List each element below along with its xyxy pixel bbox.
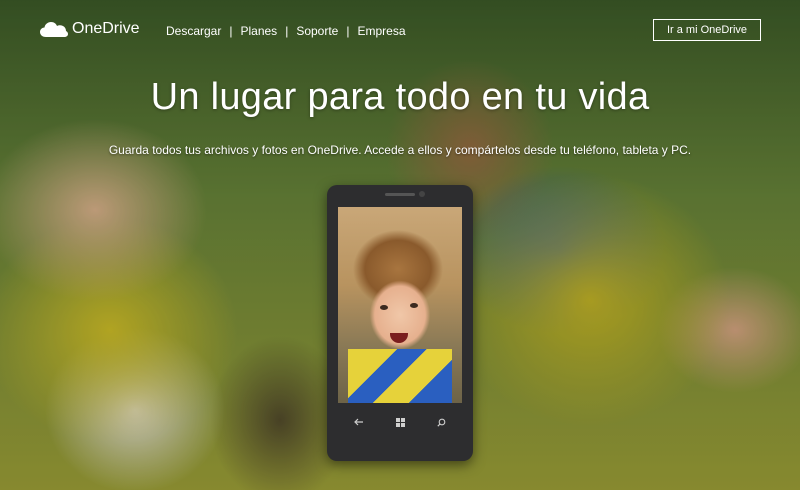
nav-link-planes[interactable]: Planes <box>240 24 277 38</box>
windows-icon[interactable] <box>396 417 405 427</box>
hero-headline: Un lugar para todo en tu vida <box>150 76 650 118</box>
nav-link-descargar[interactable]: Descargar <box>166 24 221 38</box>
phone-screen-photo <box>338 207 462 403</box>
nav-separator: | <box>229 24 233 38</box>
go-to-onedrive-button[interactable]: Ir a mi OneDrive <box>653 19 761 41</box>
screen-shirt <box>348 349 452 403</box>
phone-camera <box>419 191 425 197</box>
onedrive-logo[interactable]: OneDrive <box>40 20 140 38</box>
windows-phone-device <box>327 185 473 461</box>
phone-speaker <box>385 193 415 196</box>
search-icon[interactable] <box>437 418 446 427</box>
nav-link-soporte[interactable]: Soporte <box>296 24 338 38</box>
screen-eye-right <box>410 303 418 308</box>
main-nav: Descargar | Planes | Soporte | Empresa <box>166 24 406 38</box>
hero-section: OneDrive Descargar | Planes | Soporte | … <box>0 0 800 490</box>
logo-text: OneDrive <box>72 20 140 37</box>
site-header: OneDrive Descargar | Planes | Soporte | … <box>0 0 800 60</box>
phone-hardware-buttons <box>338 407 462 437</box>
nav-separator: | <box>285 24 289 38</box>
hero-subhead: Guarda todos tus archivos y fotos en One… <box>108 143 692 157</box>
back-icon[interactable] <box>354 418 364 426</box>
cloud-icon <box>40 22 68 37</box>
nav-link-empresa[interactable]: Empresa <box>357 24 405 38</box>
nav-separator: | <box>346 24 350 38</box>
screen-mouth <box>390 333 408 343</box>
screen-eye-left <box>380 305 388 310</box>
